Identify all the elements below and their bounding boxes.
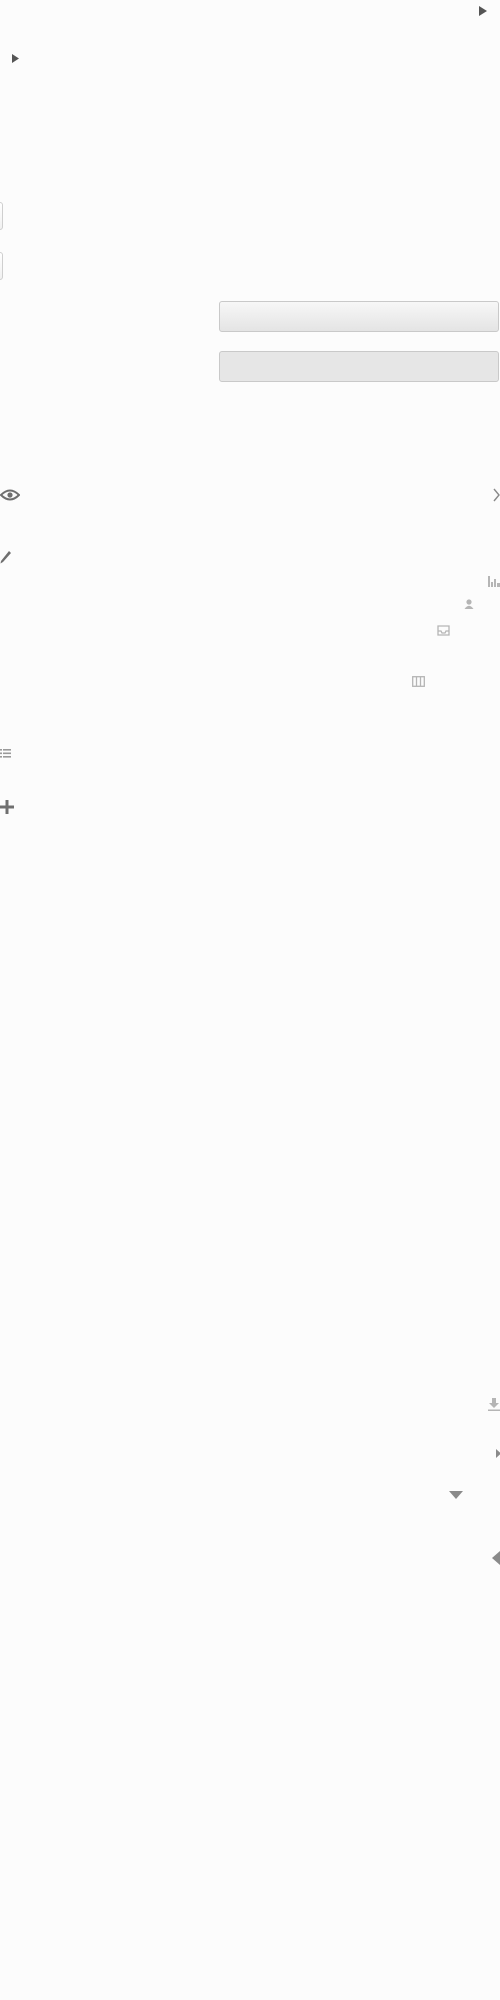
- left-control-stub-1[interactable]: [0, 202, 3, 230]
- bar-chart-icon[interactable]: [488, 576, 500, 587]
- chevron-right-icon[interactable]: [493, 488, 500, 502]
- triangle-down-icon[interactable]: [449, 1491, 463, 1499]
- page: [0, 0, 500, 2000]
- toolbar-bar-2[interactable]: [219, 351, 499, 382]
- download-icon[interactable]: [488, 1398, 500, 1411]
- pencil-icon[interactable]: [0, 550, 12, 564]
- small-triangle-right-icon[interactable]: [496, 1449, 500, 1458]
- left-control-stub-2[interactable]: [0, 252, 3, 280]
- list-icon[interactable]: [0, 749, 11, 758]
- tree-expand-triangle-icon[interactable]: [12, 54, 19, 63]
- columns-icon[interactable]: [412, 676, 425, 687]
- move-icon[interactable]: [0, 800, 14, 814]
- eye-icon[interactable]: [0, 489, 20, 501]
- toolbar-bar-1[interactable]: [219, 301, 499, 332]
- triangle-right-icon[interactable]: [478, 5, 488, 17]
- triangle-left-icon[interactable]: [492, 1551, 500, 1565]
- user-icon[interactable]: [464, 599, 474, 609]
- inbox-icon[interactable]: [437, 625, 450, 636]
